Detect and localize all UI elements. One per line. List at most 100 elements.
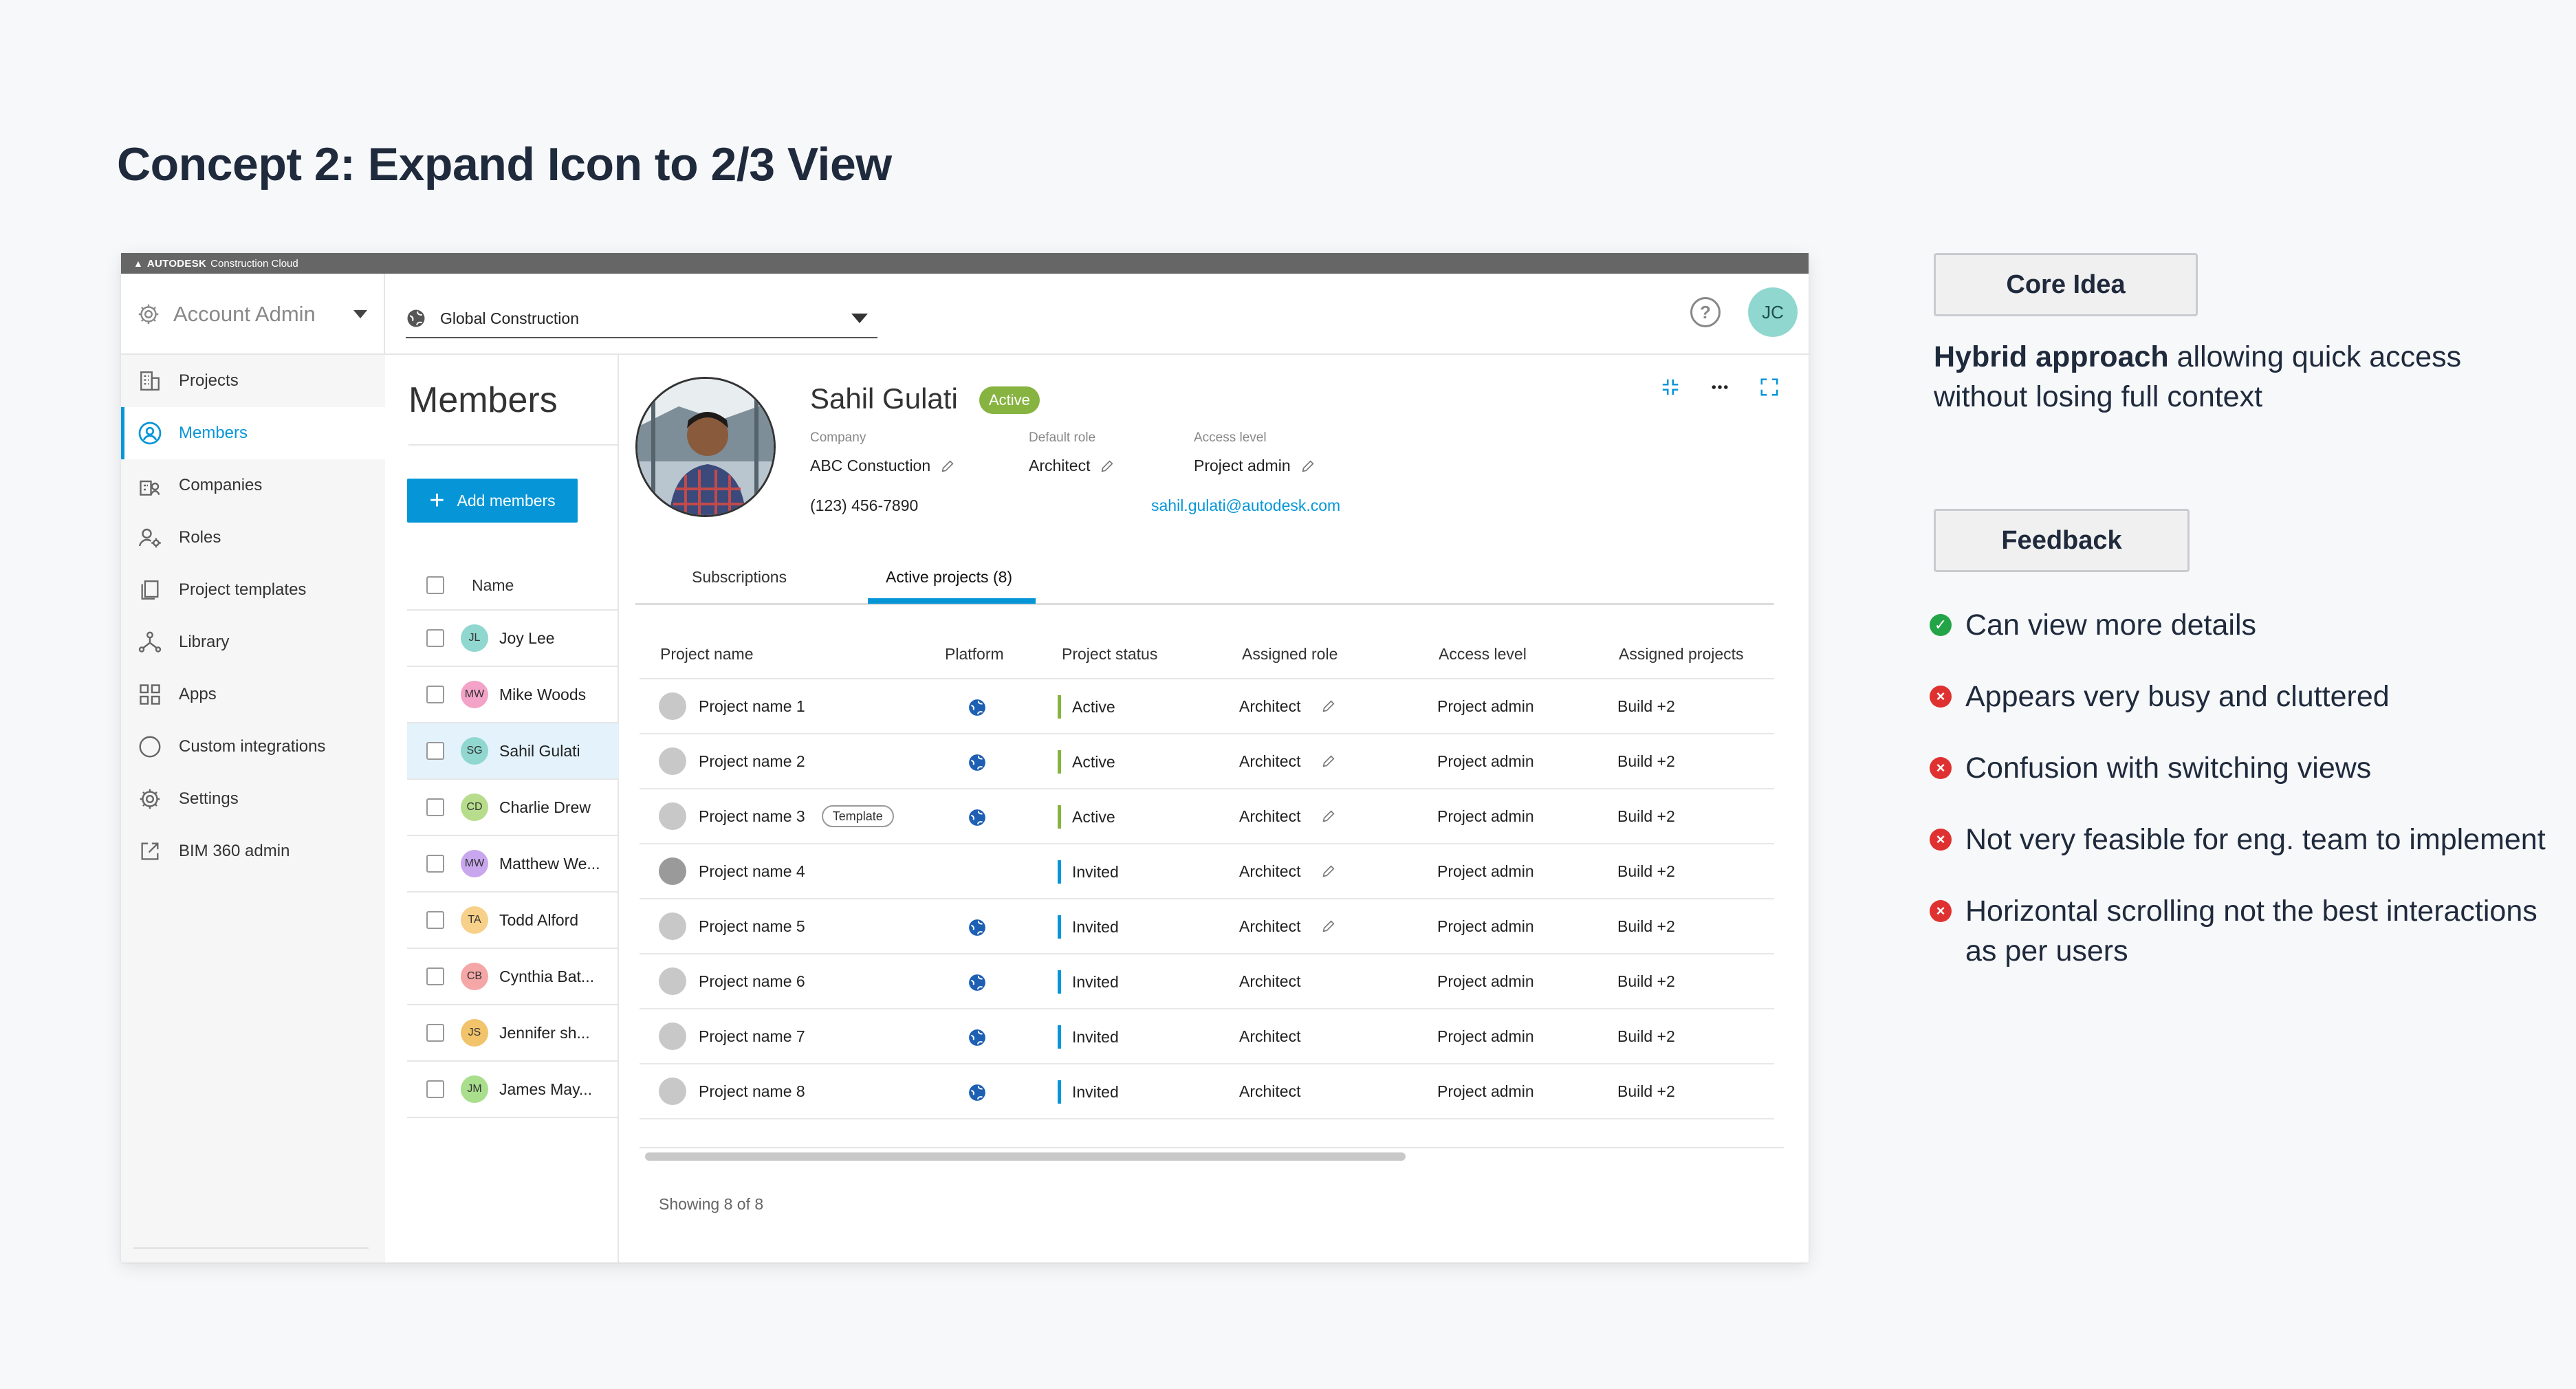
sidebar-item-project-templates[interactable]: Project templates <box>121 564 385 616</box>
assigned-projects: Build +2 <box>1617 972 1675 990</box>
pencil-icon[interactable] <box>1321 809 1336 824</box>
sidebar-item-label: Companies <box>179 476 263 494</box>
project-name-cell: Project name 1 <box>640 679 805 733</box>
add-members-button[interactable]: + Add members <box>407 479 578 523</box>
access-level: Project admin <box>1437 1082 1534 1100</box>
pencil-icon[interactable] <box>1321 864 1336 879</box>
column-header-assigned-role[interactable]: Assigned role <box>1242 645 1338 664</box>
member-row[interactable]: MW Matthew We... <box>407 836 619 893</box>
project-thumbnail-icon <box>659 802 686 830</box>
member-row[interactable]: JM James May... <box>407 1062 619 1118</box>
status-text: Active <box>1072 807 1115 826</box>
company-field[interactable]: ABC Constuction <box>810 457 955 475</box>
user-avatar[interactable]: JC <box>1748 287 1798 337</box>
table-row[interactable]: Project name 1 Active Architect Project adm… <box>640 679 1774 734</box>
tab-subscriptions[interactable]: Subscriptions <box>692 568 787 587</box>
member-checkbox[interactable] <box>426 798 444 816</box>
assigned-role-text: Architect <box>1239 917 1301 935</box>
companies-icon <box>136 472 164 499</box>
table-row[interactable]: Project name 8 Invited Architect Project ad… <box>640 1064 1774 1119</box>
pagination-summary: Showing 8 of 8 <box>659 1195 764 1213</box>
app-header: Account Admin Global Construction ? JC <box>121 274 1809 355</box>
table-row[interactable]: Project name 2 Active Architect Project adm… <box>640 734 1774 789</box>
apps-grid-icon <box>136 681 164 708</box>
account-admin-switcher[interactable]: Account Admin <box>121 274 385 355</box>
collapse-icon[interactable] <box>1659 375 1682 399</box>
project-name: Project name 5 <box>699 917 805 935</box>
project-name-cell: Project name 2 <box>640 734 805 788</box>
column-header-access-level[interactable]: Access level <box>1439 645 1527 664</box>
table-row[interactable]: Project name 4 Invited Architect Project ad… <box>640 844 1774 899</box>
sidebar-item-settings[interactable]: Settings <box>121 773 385 825</box>
sidebar-item-label: Library <box>179 633 230 651</box>
scrollbar-thumb[interactable] <box>645 1152 1406 1161</box>
email-link[interactable]: sahil.gulati@autodesk.com <box>1151 496 1340 515</box>
member-checkbox[interactable] <box>426 686 444 703</box>
select-all-checkbox[interactable] <box>426 576 444 594</box>
member-row[interactable]: MW Mike Woods <box>407 667 619 723</box>
sidebar-item-members[interactable]: Members <box>121 407 385 459</box>
help-icon[interactable]: ? <box>1690 297 1721 327</box>
member-row[interactable]: JS Jennifer sh... <box>407 1005 619 1062</box>
member-checkbox[interactable] <box>426 967 444 985</box>
sidebar-item-custom-integrations[interactable]: Custom integrations <box>121 721 385 773</box>
member-checkbox[interactable] <box>426 1080 444 1098</box>
access-level-field[interactable]: Project admin <box>1194 457 1316 475</box>
sidebar-item-bim360-admin[interactable]: BIM 360 admin <box>121 825 385 877</box>
column-header-project-status[interactable]: Project status <box>1062 645 1157 664</box>
more-options-icon[interactable] <box>1708 375 1732 399</box>
member-row[interactable]: TA Todd Alford <box>407 893 619 949</box>
project-selector[interactable]: Global Construction <box>406 300 877 338</box>
active-tab-indicator <box>868 598 1036 604</box>
member-name: Jennifer sh... <box>499 1023 590 1042</box>
table-row[interactable]: Project name 6 Invited Architect Project ad… <box>640 954 1774 1009</box>
horizontal-scrollbar[interactable] <box>640 1147 1784 1161</box>
person-circle-icon <box>136 419 164 447</box>
table-row[interactable]: Project name 7 Invited Architect Project ad… <box>640 1009 1774 1064</box>
assigned-projects: Build +2 <box>1617 752 1675 770</box>
member-row[interactable]: JL Joy Lee <box>407 611 619 667</box>
sidebar-item-roles[interactable]: Roles <box>121 512 385 564</box>
pencil-icon[interactable] <box>1321 699 1336 714</box>
name-column-header[interactable]: Name <box>472 576 514 595</box>
sidebar-item-companies[interactable]: Companies <box>121 459 385 512</box>
sidebar-item-apps[interactable]: Apps <box>121 668 385 721</box>
member-checkbox[interactable] <box>426 855 444 873</box>
tab-active-projects[interactable]: Active projects (8) <box>886 568 1012 587</box>
member-name: Charlie Drew <box>499 798 591 816</box>
access-level: Project admin <box>1437 1027 1534 1045</box>
assigned-role: Architect <box>1239 844 1336 898</box>
column-header-platform[interactable]: Platform <box>945 645 1004 664</box>
project-name: Project name 7 <box>699 1027 805 1045</box>
member-row[interactable]: SG Sahil Gulati <box>407 723 619 780</box>
sidebar-item-label: Custom integrations <box>179 737 326 756</box>
pencil-icon[interactable] <box>1100 459 1115 474</box>
sidebar-item-label: Projects <box>179 371 239 390</box>
panel-actions <box>1659 375 1781 399</box>
project-name-cell: Project name 8 <box>640 1064 805 1118</box>
member-name: James May... <box>499 1080 593 1098</box>
projects-table-body: Project name 1 Active Architect Project adm… <box>640 679 1774 1119</box>
default-role-value: Architect <box>1029 457 1091 474</box>
member-avatar: JS <box>461 1019 488 1047</box>
sidebar-item-library[interactable]: Library <box>121 616 385 668</box>
status-indicator <box>1058 1025 1061 1049</box>
pencil-icon[interactable] <box>1321 754 1336 769</box>
member-checkbox[interactable] <box>426 629 444 647</box>
member-checkbox[interactable] <box>426 742 444 760</box>
assigned-role-text: Architect <box>1239 752 1301 770</box>
member-row[interactable]: CB Cynthia Bat... <box>407 949 619 1005</box>
member-row[interactable]: CD Charlie Drew <box>407 780 619 836</box>
sidebar-item-projects[interactable]: Projects <box>121 355 385 407</box>
default-role-field[interactable]: Architect <box>1029 457 1115 475</box>
column-header-assigned-projects[interactable]: Assigned projects <box>1619 645 1744 664</box>
column-header-project-name[interactable]: Project name <box>660 645 754 664</box>
pencil-icon[interactable] <box>940 459 955 474</box>
table-row[interactable]: Project name 5 Invited Architect Project ad… <box>640 899 1774 954</box>
member-checkbox[interactable] <box>426 911 444 929</box>
pencil-icon[interactable] <box>1321 919 1336 934</box>
pencil-icon[interactable] <box>1300 459 1316 474</box>
table-row[interactable]: Project name 3 Template Active Architect Pro… <box>640 789 1774 844</box>
expand-icon[interactable] <box>1758 375 1781 399</box>
member-checkbox[interactable] <box>426 1024 444 1042</box>
